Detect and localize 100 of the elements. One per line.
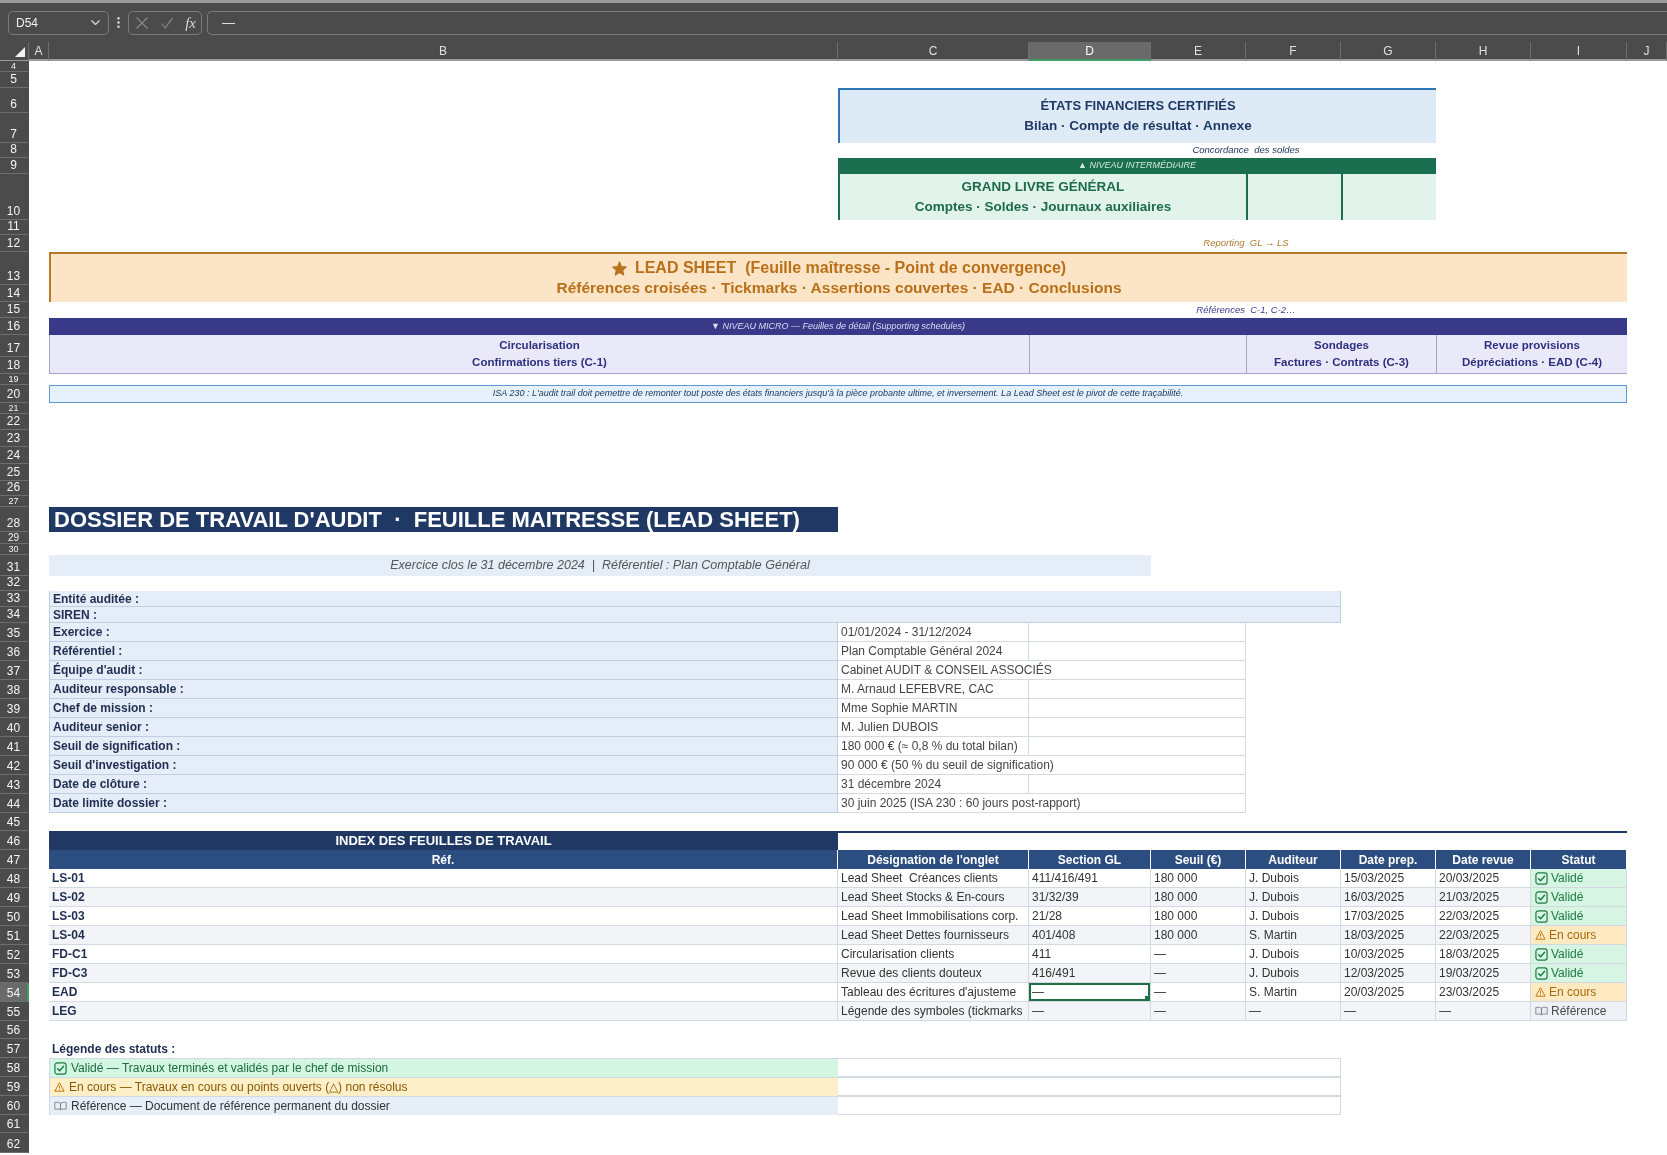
row-header[interactable]: 54 bbox=[0, 983, 29, 1002]
panel-subtitle: Confirmations tiers (C-1) bbox=[472, 355, 607, 369]
panel-title: Revue provisions bbox=[1484, 339, 1580, 353]
row-header[interactable]: 40 bbox=[0, 718, 29, 737]
row-header[interactable]: 12 bbox=[0, 235, 29, 252]
column-header[interactable]: E bbox=[1151, 42, 1246, 61]
row-header[interactable]: 8 bbox=[0, 143, 29, 158]
column-header[interactable]: B bbox=[49, 42, 838, 61]
row-header[interactable]: 34 bbox=[0, 607, 29, 623]
row-header[interactable]: 11 bbox=[0, 220, 29, 235]
row-header[interactable]: 51 bbox=[0, 926, 29, 945]
row-header[interactable]: 13 bbox=[0, 252, 29, 285]
row-header[interactable]: 25 bbox=[0, 464, 29, 481]
panel-title: Circularisation bbox=[499, 339, 580, 353]
row-header[interactable]: 46 bbox=[0, 831, 29, 850]
row-header[interactable]: 44 bbox=[0, 794, 29, 813]
row-header[interactable]: 17 bbox=[0, 335, 29, 357]
table-cell: 411 bbox=[1029, 945, 1151, 964]
row-header[interactable]: 57 bbox=[0, 1039, 29, 1058]
column-header[interactable]: F bbox=[1246, 42, 1341, 61]
row-header[interactable]: 45 bbox=[0, 813, 29, 831]
table-cell: J. Dubois bbox=[1246, 888, 1341, 907]
panel-title: Sondages bbox=[1314, 339, 1369, 353]
row-header[interactable]: 42 bbox=[0, 756, 29, 775]
info-label: Chef de mission : bbox=[49, 699, 838, 718]
table-cell: 20/03/2025 bbox=[1341, 983, 1436, 1002]
row-header[interactable]: 62 bbox=[0, 1133, 29, 1153]
row-header[interactable]: 29 bbox=[0, 532, 29, 544]
row-header[interactable]: 39 bbox=[0, 699, 29, 718]
row-header[interactable]: 60 bbox=[0, 1096, 29, 1115]
row-header[interactable]: 28 bbox=[0, 507, 29, 532]
row-header[interactable]: 16 bbox=[0, 318, 29, 335]
row-header[interactable]: 43 bbox=[0, 775, 29, 794]
row-header[interactable]: 32 bbox=[0, 576, 29, 591]
row-header[interactable]: 48 bbox=[0, 869, 29, 888]
table-cell: 180 000 bbox=[1151, 926, 1246, 945]
row-header[interactable]: 58 bbox=[0, 1058, 29, 1077]
row-header[interactable]: 36 bbox=[0, 642, 29, 661]
column-header[interactable]: C bbox=[838, 42, 1029, 61]
column-header[interactable]: J bbox=[1627, 42, 1667, 61]
table-cell: Tableau des écritures d'ajusteme bbox=[838, 983, 1029, 1002]
insert-function-button[interactable]: fx bbox=[185, 14, 196, 31]
vertical-dots-icon[interactable] bbox=[117, 17, 120, 28]
row-header[interactable]: 50 bbox=[0, 907, 29, 926]
row-header[interactable]: 31 bbox=[0, 555, 29, 576]
row-header[interactable]: 24 bbox=[0, 447, 29, 464]
column-header[interactable]: H bbox=[1436, 42, 1531, 61]
row-header[interactable]: 10 bbox=[0, 174, 29, 220]
table-cell: 17/03/2025 bbox=[1341, 907, 1436, 926]
status-label: Validé bbox=[1551, 966, 1584, 980]
info-label: Référentiel : bbox=[49, 642, 838, 661]
row-header[interactable]: 56 bbox=[0, 1021, 29, 1039]
banner-text: ▼ NIVEAU MICRO — Feuilles de détail (Supporting schedules) bbox=[711, 321, 965, 332]
table-cell: 180 000 bbox=[1151, 888, 1246, 907]
row-header[interactable]: 55 bbox=[0, 1002, 29, 1021]
row-header[interactable]: 5 bbox=[0, 72, 29, 88]
warning-icon bbox=[54, 1082, 65, 1092]
row-header[interactable]: 41 bbox=[0, 737, 29, 756]
row-header[interactable]: 20 bbox=[0, 385, 29, 403]
row-header[interactable]: 61 bbox=[0, 1115, 29, 1133]
column-header[interactable]: I bbox=[1531, 42, 1627, 61]
row-header[interactable]: 4 bbox=[0, 61, 29, 72]
info-label: Auditeur responsable : bbox=[49, 680, 838, 699]
checkbox-tick-icon bbox=[1535, 871, 1548, 885]
warning-icon bbox=[1535, 930, 1546, 940]
row-header[interactable]: 9 bbox=[0, 158, 29, 174]
row-header[interactable]: 22 bbox=[0, 414, 29, 430]
select-all-button[interactable] bbox=[0, 42, 29, 61]
row-header[interactable]: 35 bbox=[0, 623, 29, 642]
panel-title: GRAND LIVRE GÉNÉRAL bbox=[961, 179, 1125, 195]
row-header[interactable]: 7 bbox=[0, 113, 29, 143]
row-header[interactable]: 37 bbox=[0, 661, 29, 680]
table-cell: LS-03 bbox=[49, 907, 838, 926]
row-header[interactable]: 59 bbox=[0, 1077, 29, 1096]
row-header[interactable]: 14 bbox=[0, 285, 29, 302]
formula-field[interactable]: — bbox=[207, 10, 1667, 35]
name-box[interactable]: D54 bbox=[8, 10, 109, 35]
close-icon[interactable] bbox=[136, 16, 148, 29]
table-cell: — bbox=[1151, 983, 1246, 1002]
row-header[interactable]: 47 bbox=[0, 850, 29, 869]
column-header[interactable]: A bbox=[29, 42, 49, 61]
row-header[interactable]: 18 bbox=[0, 357, 29, 374]
row-header[interactable]: 6 bbox=[0, 88, 29, 113]
book-icon bbox=[54, 1101, 67, 1111]
row-header[interactable]: 33 bbox=[0, 591, 29, 607]
table-cell: 18/03/2025 bbox=[1436, 945, 1531, 964]
table-cell: J. Dubois bbox=[1246, 964, 1341, 983]
panel-subtitle: Bilan · Compte de résultat · Annexe bbox=[1024, 118, 1252, 134]
row-header[interactable]: 49 bbox=[0, 888, 29, 907]
row-header[interactable]: 23 bbox=[0, 430, 29, 447]
row-header[interactable]: 53 bbox=[0, 964, 29, 983]
check-icon[interactable] bbox=[160, 16, 173, 29]
table-cell: S. Martin bbox=[1246, 983, 1341, 1002]
chevron-down-icon bbox=[91, 20, 100, 25]
column-header[interactable]: D bbox=[1029, 42, 1151, 61]
row-header[interactable]: 38 bbox=[0, 680, 29, 699]
column-header[interactable]: G bbox=[1341, 42, 1436, 61]
row-header[interactable]: 52 bbox=[0, 945, 29, 964]
row-header[interactable]: 15 bbox=[0, 302, 29, 318]
row-header[interactable]: 26 bbox=[0, 481, 29, 496]
